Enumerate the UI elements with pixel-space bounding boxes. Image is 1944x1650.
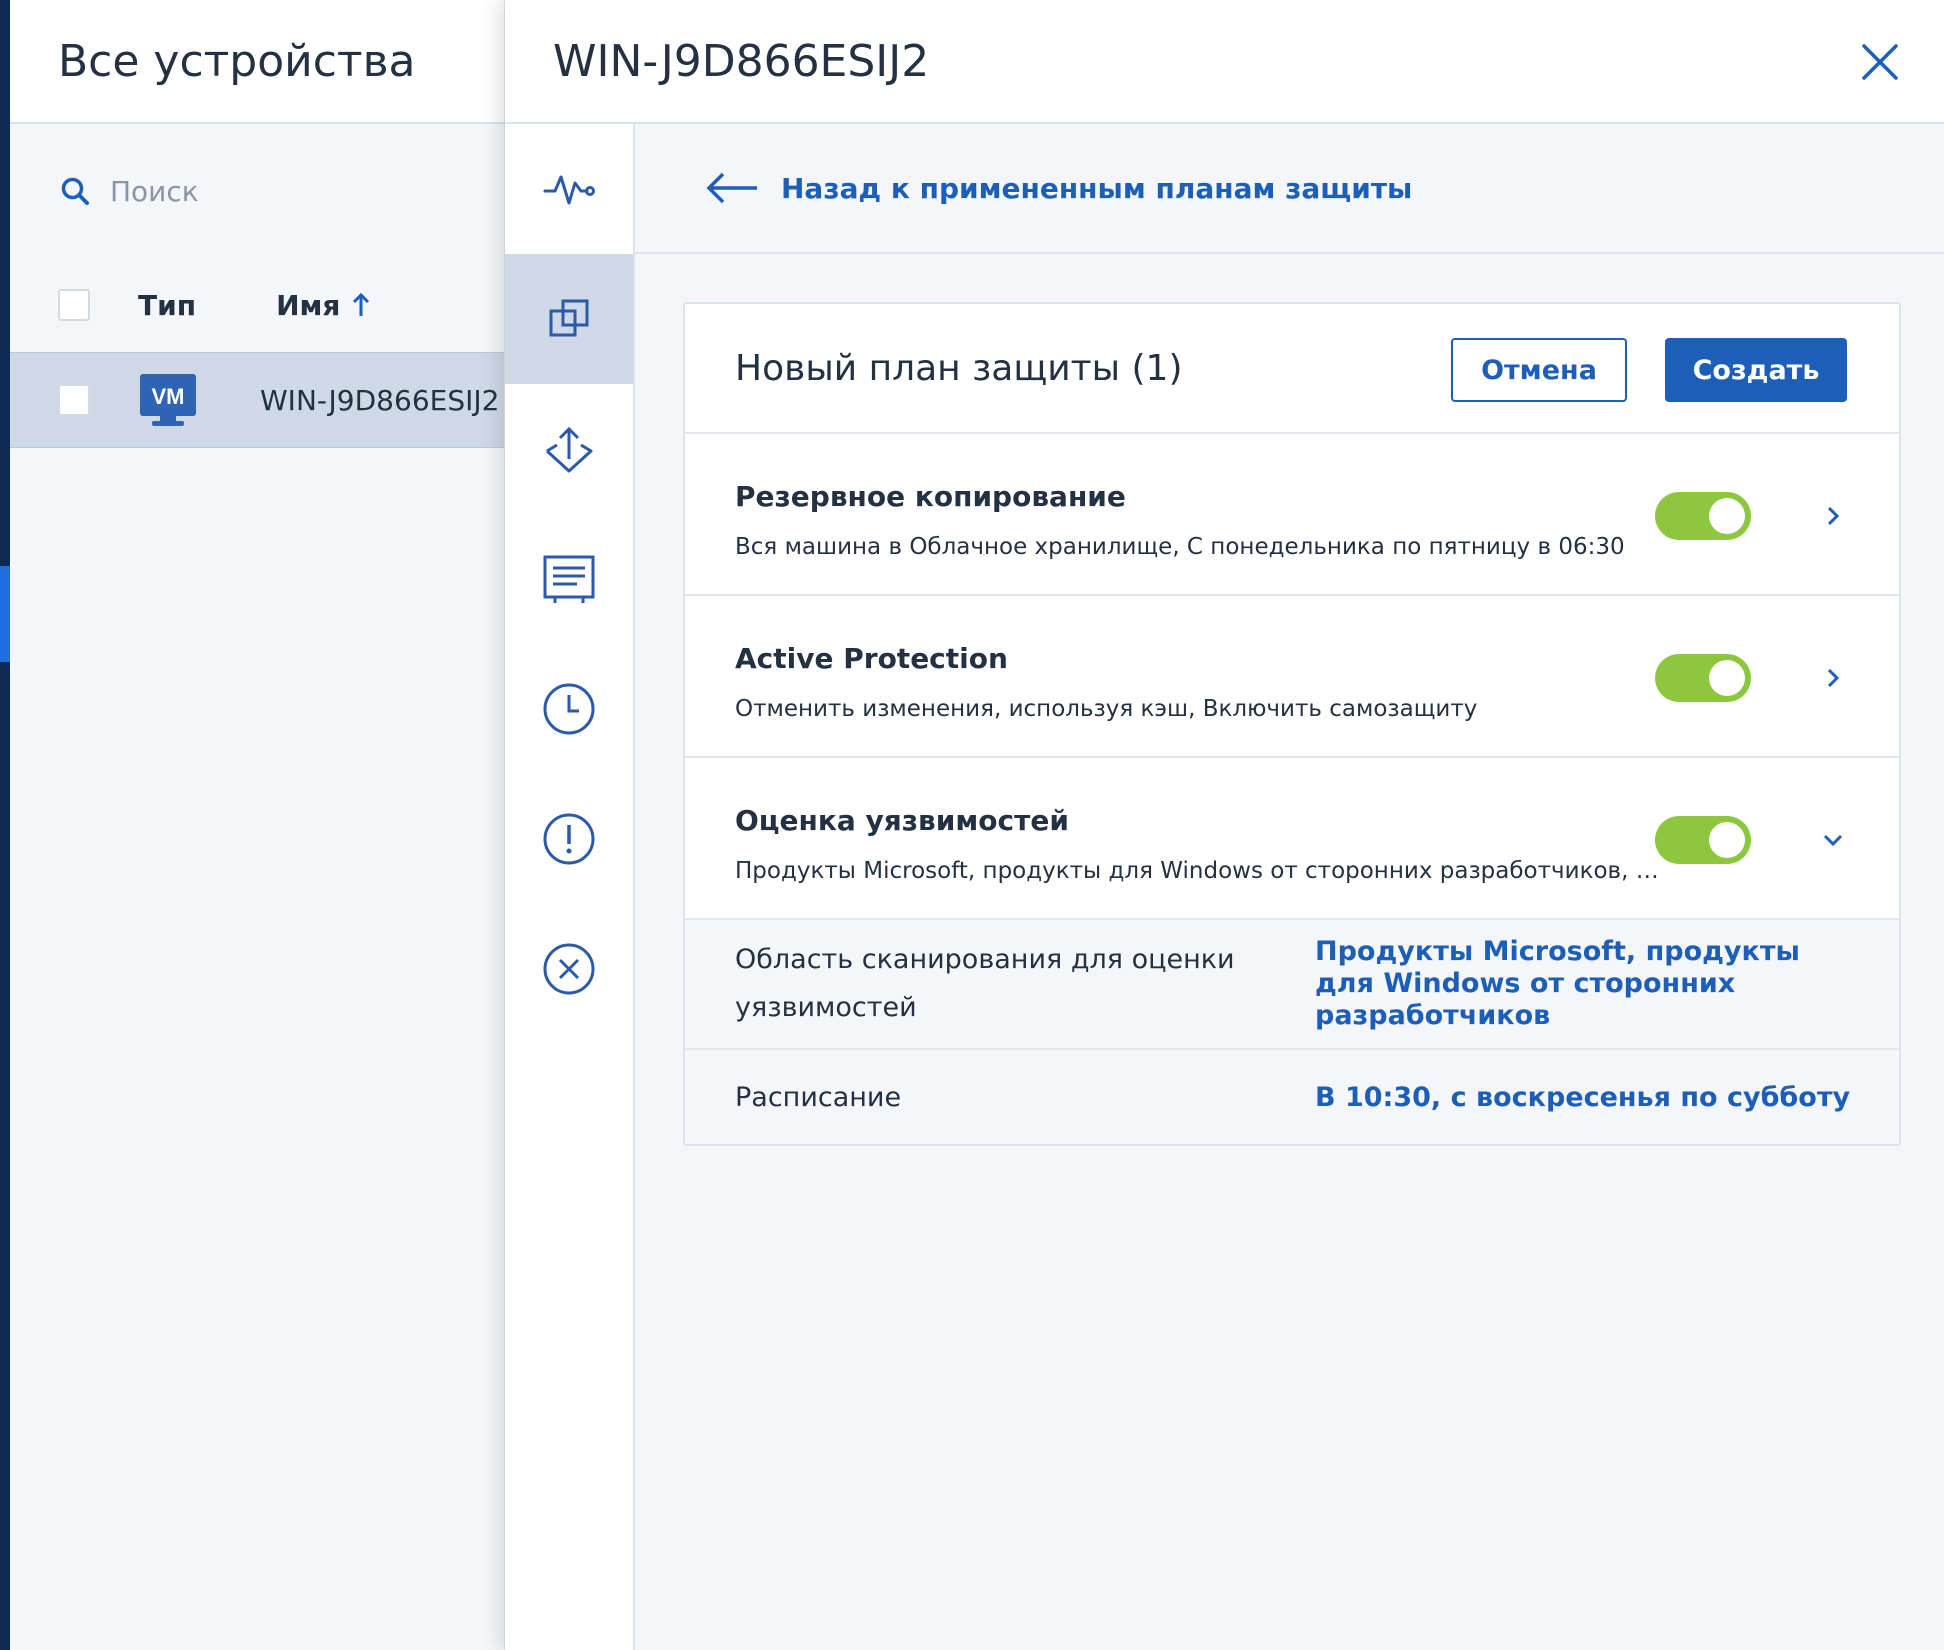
close-icon[interactable] (1858, 40, 1902, 84)
vm-icon: VM (140, 374, 196, 426)
backup-toggle[interactable] (1655, 492, 1751, 540)
search-bar (10, 124, 504, 258)
app-edge-strip (0, 0, 10, 1650)
rail-item-protection-plans[interactable] (505, 254, 633, 384)
column-type[interactable]: Тип (138, 289, 196, 322)
plans-icon (549, 299, 589, 337)
module-vulnerability-assessment[interactable]: Оценка уязвимостей Продукты Microsoft, п… (685, 758, 1899, 920)
rail-item-alerts[interactable] (505, 774, 633, 904)
column-name-label: Имя (276, 288, 341, 322)
plan-header: Новый план защиты (1) Отмена Создать (685, 304, 1899, 434)
detail-label: Область сканирования для оценки уязвимос… (735, 944, 1235, 1023)
scan-scope-link[interactable]: Продукты Microsoft, продукты для Windows… (1315, 936, 1855, 1032)
device-list-title: Все устройства (58, 35, 416, 87)
device-list-header: Все устройства (10, 0, 504, 124)
cancel-button[interactable]: Отмена (1451, 338, 1627, 402)
module-description: Отменить изменения, используя кэш, Включ… (735, 696, 1478, 722)
protection-plan-card: Новый план защиты (1) Отмена Создать Рез… (683, 302, 1901, 1146)
device-list-panel: Все устройства Тип Имя VM WIN-J9D866ESIJ… (10, 0, 505, 1650)
create-button[interactable]: Создать (1665, 338, 1847, 402)
detail-header: WIN-J9D866ESIJ2 (505, 0, 1944, 124)
module-active-protection[interactable]: Active Protection Отменить изменения, ис… (685, 596, 1899, 758)
back-link-label: Назад к примененным планам защиты (781, 171, 1413, 205)
toggle-knob (1709, 498, 1745, 534)
rail-item-patches[interactable] (505, 514, 633, 644)
module-description: Вся машина в Облачное хранилище, С понед… (735, 534, 1625, 560)
table-header: Тип Имя (10, 258, 504, 352)
vm-badge-text: VM (152, 384, 185, 409)
search-input[interactable] (110, 174, 450, 208)
errors-icon (543, 943, 595, 995)
chevron-right-icon[interactable] (1819, 662, 1847, 694)
search-icon (61, 177, 89, 205)
table-row[interactable]: VM WIN-J9D866ESIJ2 (10, 352, 504, 448)
chevron-down-icon[interactable] (1819, 824, 1847, 856)
history-icon (543, 683, 595, 735)
active-protection-toggle[interactable] (1655, 654, 1751, 702)
detail-label: Расписание (735, 1082, 902, 1113)
module-backup[interactable]: Резервное копирование Вся машина в Облач… (685, 434, 1899, 596)
module-title: Оценка уязвимостей (735, 804, 1069, 837)
rail-item-overview[interactable] (505, 124, 633, 254)
detail-nav-rail (505, 124, 635, 1650)
chevron-right-icon[interactable] (1819, 500, 1847, 532)
detail-title: WIN-J9D866ESIJ2 (553, 35, 930, 87)
row-checkbox[interactable] (58, 384, 90, 416)
alerts-icon (543, 813, 595, 865)
toggle-knob (1709, 660, 1745, 696)
patches-icon (543, 555, 595, 603)
device-detail-panel: WIN-J9D866ESIJ2 Назад к примененным план… (505, 0, 1944, 1650)
detail-row-schedule: Расписание В 10:30, с воскресенья по суб… (685, 1050, 1899, 1144)
module-title: Active Protection (735, 642, 1008, 675)
column-name[interactable]: Имя (276, 289, 372, 322)
toggle-knob (1709, 822, 1745, 858)
schedule-link[interactable]: В 10:30, с воскресенья по субботу (1315, 1082, 1855, 1114)
plan-title: Новый план защиты (1) (735, 347, 1183, 389)
back-link[interactable]: Назад к примененным планам защиты (635, 124, 1944, 254)
module-description: Продукты Microsoft, продукты для Windows… (735, 858, 1663, 884)
module-title: Резервное копирование (735, 480, 1126, 513)
vulnerability-assessment-toggle[interactable] (1655, 816, 1751, 864)
detail-row-scan-scope: Область сканирования для оценки уязвимос… (685, 920, 1899, 1050)
arrow-left-icon (706, 172, 757, 204)
rail-item-recovery[interactable] (505, 384, 633, 514)
app-edge-indicator (0, 566, 10, 662)
pulse-icon (543, 175, 595, 205)
device-name: WIN-J9D866ESIJ2 (260, 383, 500, 417)
rail-item-errors[interactable] (505, 904, 633, 1034)
sort-ascending-icon (353, 292, 370, 316)
select-all-checkbox[interactable] (58, 289, 90, 321)
rail-item-history[interactable] (505, 644, 633, 774)
recovery-icon (545, 426, 593, 473)
